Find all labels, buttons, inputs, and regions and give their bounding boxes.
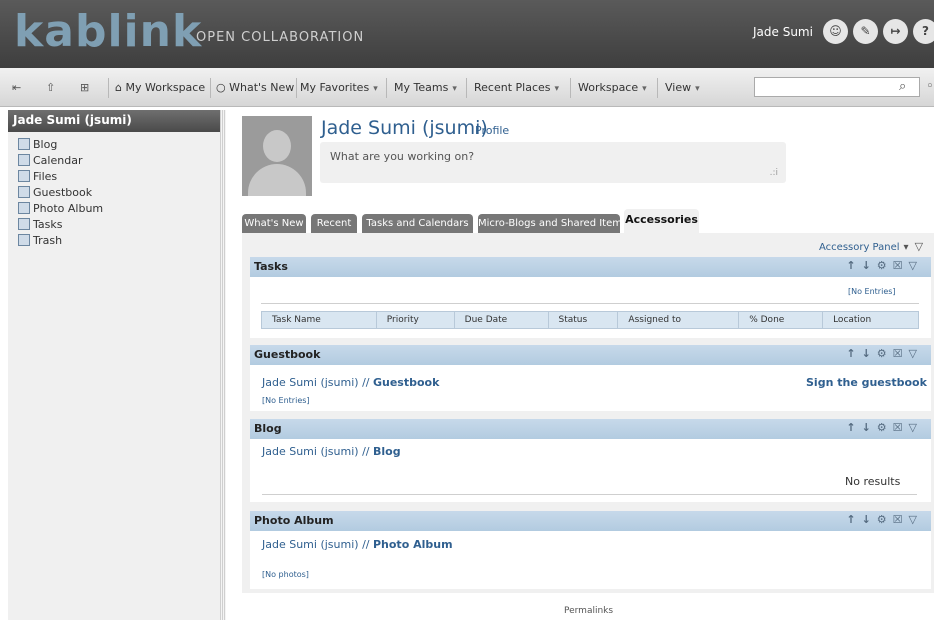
blog-section-header: Blog ↑↓⚙☒▽ xyxy=(250,419,931,439)
search-input[interactable] xyxy=(755,78,895,96)
kablink-logo[interactable]: kablink xyxy=(14,10,202,54)
blog-no-results: No results xyxy=(845,475,901,488)
section-controls[interactable]: ↑↓⚙☒▽ xyxy=(846,421,923,434)
col-location[interactable]: Location xyxy=(822,311,919,329)
photo-album-link[interactable]: Jade Sumi (jsumi) // Photo Album xyxy=(262,538,453,551)
section-controls[interactable]: ↑↓⚙☒▽ xyxy=(846,513,923,526)
permalinks-link[interactable]: Permalinks xyxy=(564,606,613,616)
calendar-icon xyxy=(18,154,30,166)
accessory-panel-menu[interactable]: Accessory Panel ▾ ▽ xyxy=(819,240,923,253)
blog-link[interactable]: Jade Sumi (jsumi) // Blog xyxy=(262,445,401,458)
tasks-icon xyxy=(18,218,30,230)
sidebar-item-guestbook[interactable]: Guestbook xyxy=(18,184,220,200)
trash-icon xyxy=(18,234,30,246)
tab-recent[interactable]: Recent xyxy=(311,214,357,233)
photo-album-section-header: Photo Album ↑↓⚙☒▽ xyxy=(250,511,931,531)
more-icon[interactable]: ◦ xyxy=(926,79,934,94)
guestbook-icon xyxy=(18,186,30,198)
current-user-name[interactable]: Jade Sumi xyxy=(753,25,813,39)
sign-guestbook-link[interactable]: Sign the guestbook xyxy=(806,376,927,389)
tab-accessories[interactable]: Accessories xyxy=(624,209,699,233)
photo-album-icon xyxy=(18,202,30,214)
col-priority[interactable]: Priority xyxy=(375,311,455,329)
col-task-name[interactable]: Task Name xyxy=(261,311,377,329)
notes-icon[interactable]: ✎ xyxy=(853,19,878,44)
recent-places-menu[interactable]: Recent Places ▾ xyxy=(474,81,559,94)
sidebar: Jade Sumi (jsumi) Blog Calendar Files Gu… xyxy=(8,110,220,620)
sidebar-item-blog[interactable]: Blog xyxy=(18,136,220,152)
blog-icon xyxy=(18,138,30,150)
sidebar-item-tasks[interactable]: Tasks xyxy=(18,216,220,232)
header-icons: ☺ ✎ ↦ ? xyxy=(823,19,934,44)
tab-whats-new[interactable]: What's New xyxy=(242,214,306,233)
whats-new-link[interactable]: ○ What's New xyxy=(216,81,294,94)
tab-tasks-and-calendars[interactable]: Tasks and Calendars xyxy=(362,214,473,233)
section-controls[interactable]: ↑↓⚙☒▽ xyxy=(846,259,923,272)
up-icon[interactable]: ⇧ xyxy=(46,80,55,96)
guestbook-section-header: Guestbook ↑↓⚙☒▽ xyxy=(250,345,931,365)
my-teams-menu[interactable]: My Teams ▾ xyxy=(394,81,457,94)
avatar[interactable] xyxy=(242,116,312,196)
sidebar-item-photo-album[interactable]: Photo Album xyxy=(18,200,220,216)
tasks-section-header: Tasks ↑↓⚙☒▽ xyxy=(250,257,931,277)
tasks-no-entries: [No Entries] xyxy=(848,287,896,296)
workspace-menu[interactable]: Workspace ▾ xyxy=(578,81,647,94)
sidebar-item-trash[interactable]: Trash xyxy=(18,232,220,248)
tasks-table: Task Name Priority Due Date Status Assig… xyxy=(261,311,919,329)
sidebar-item-calendar[interactable]: Calendar xyxy=(18,152,220,168)
toolbar: ⇤ ⇧ ⊞ ⌂ My Workspace ○ What's New My Fav… xyxy=(0,68,934,107)
col-status[interactable]: Status xyxy=(547,311,619,329)
section-controls[interactable]: ↑↓⚙☒▽ xyxy=(846,347,923,360)
status-input[interactable]: What are you working on? .:i xyxy=(320,142,786,183)
search-icon[interactable]: ⌕ xyxy=(899,79,906,94)
tree-icon[interactable]: ⊞ xyxy=(80,80,89,96)
guestbook-link[interactable]: Jade Sumi (jsumi) // Guestbook xyxy=(262,376,439,389)
files-icon xyxy=(18,170,30,182)
search-box xyxy=(754,77,920,97)
status-placeholder: What are you working on? xyxy=(330,150,475,163)
tab-micro-blogs[interactable]: Micro-Blogs and Shared Items xyxy=(478,214,627,233)
sidebar-list: Blog Calendar Files Guestbook Photo Albu… xyxy=(8,132,220,248)
col-assigned-to[interactable]: Assigned to xyxy=(617,311,740,329)
sidebar-title[interactable]: Jade Sumi (jsumi) xyxy=(8,110,220,132)
profile-name: Jade Sumi (jsumi) xyxy=(321,117,488,139)
photo-album-no-photos: [No photos] xyxy=(262,570,309,579)
tagline: OPEN COLLABORATION xyxy=(196,30,365,45)
profile-link[interactable]: Profile xyxy=(475,124,509,137)
user-menu-icon[interactable]: ☺ xyxy=(823,19,848,44)
view-menu[interactable]: View ▾ xyxy=(665,81,700,94)
resize-grip-icon[interactable]: .:i xyxy=(770,168,778,178)
guestbook-no-entries: [No Entries] xyxy=(262,396,310,405)
back-icon[interactable]: ⇤ xyxy=(12,80,21,96)
my-favorites-menu[interactable]: My Favorites ▾ xyxy=(300,81,378,94)
sidebar-item-files[interactable]: Files xyxy=(18,168,220,184)
col-due-date[interactable]: Due Date xyxy=(453,311,549,329)
help-icon[interactable]: ? xyxy=(913,19,934,44)
logout-icon[interactable]: ↦ xyxy=(883,19,908,44)
collapse-icon[interactable]: ▽ xyxy=(915,240,923,253)
col-percent-done[interactable]: % Done xyxy=(738,311,824,329)
app-header: kablink OPEN COLLABORATION Jade Sumi ☺ ✎… xyxy=(0,0,934,68)
sidebar-resize-handle[interactable] xyxy=(220,110,226,620)
my-workspace-link[interactable]: ⌂ My Workspace xyxy=(115,81,205,94)
